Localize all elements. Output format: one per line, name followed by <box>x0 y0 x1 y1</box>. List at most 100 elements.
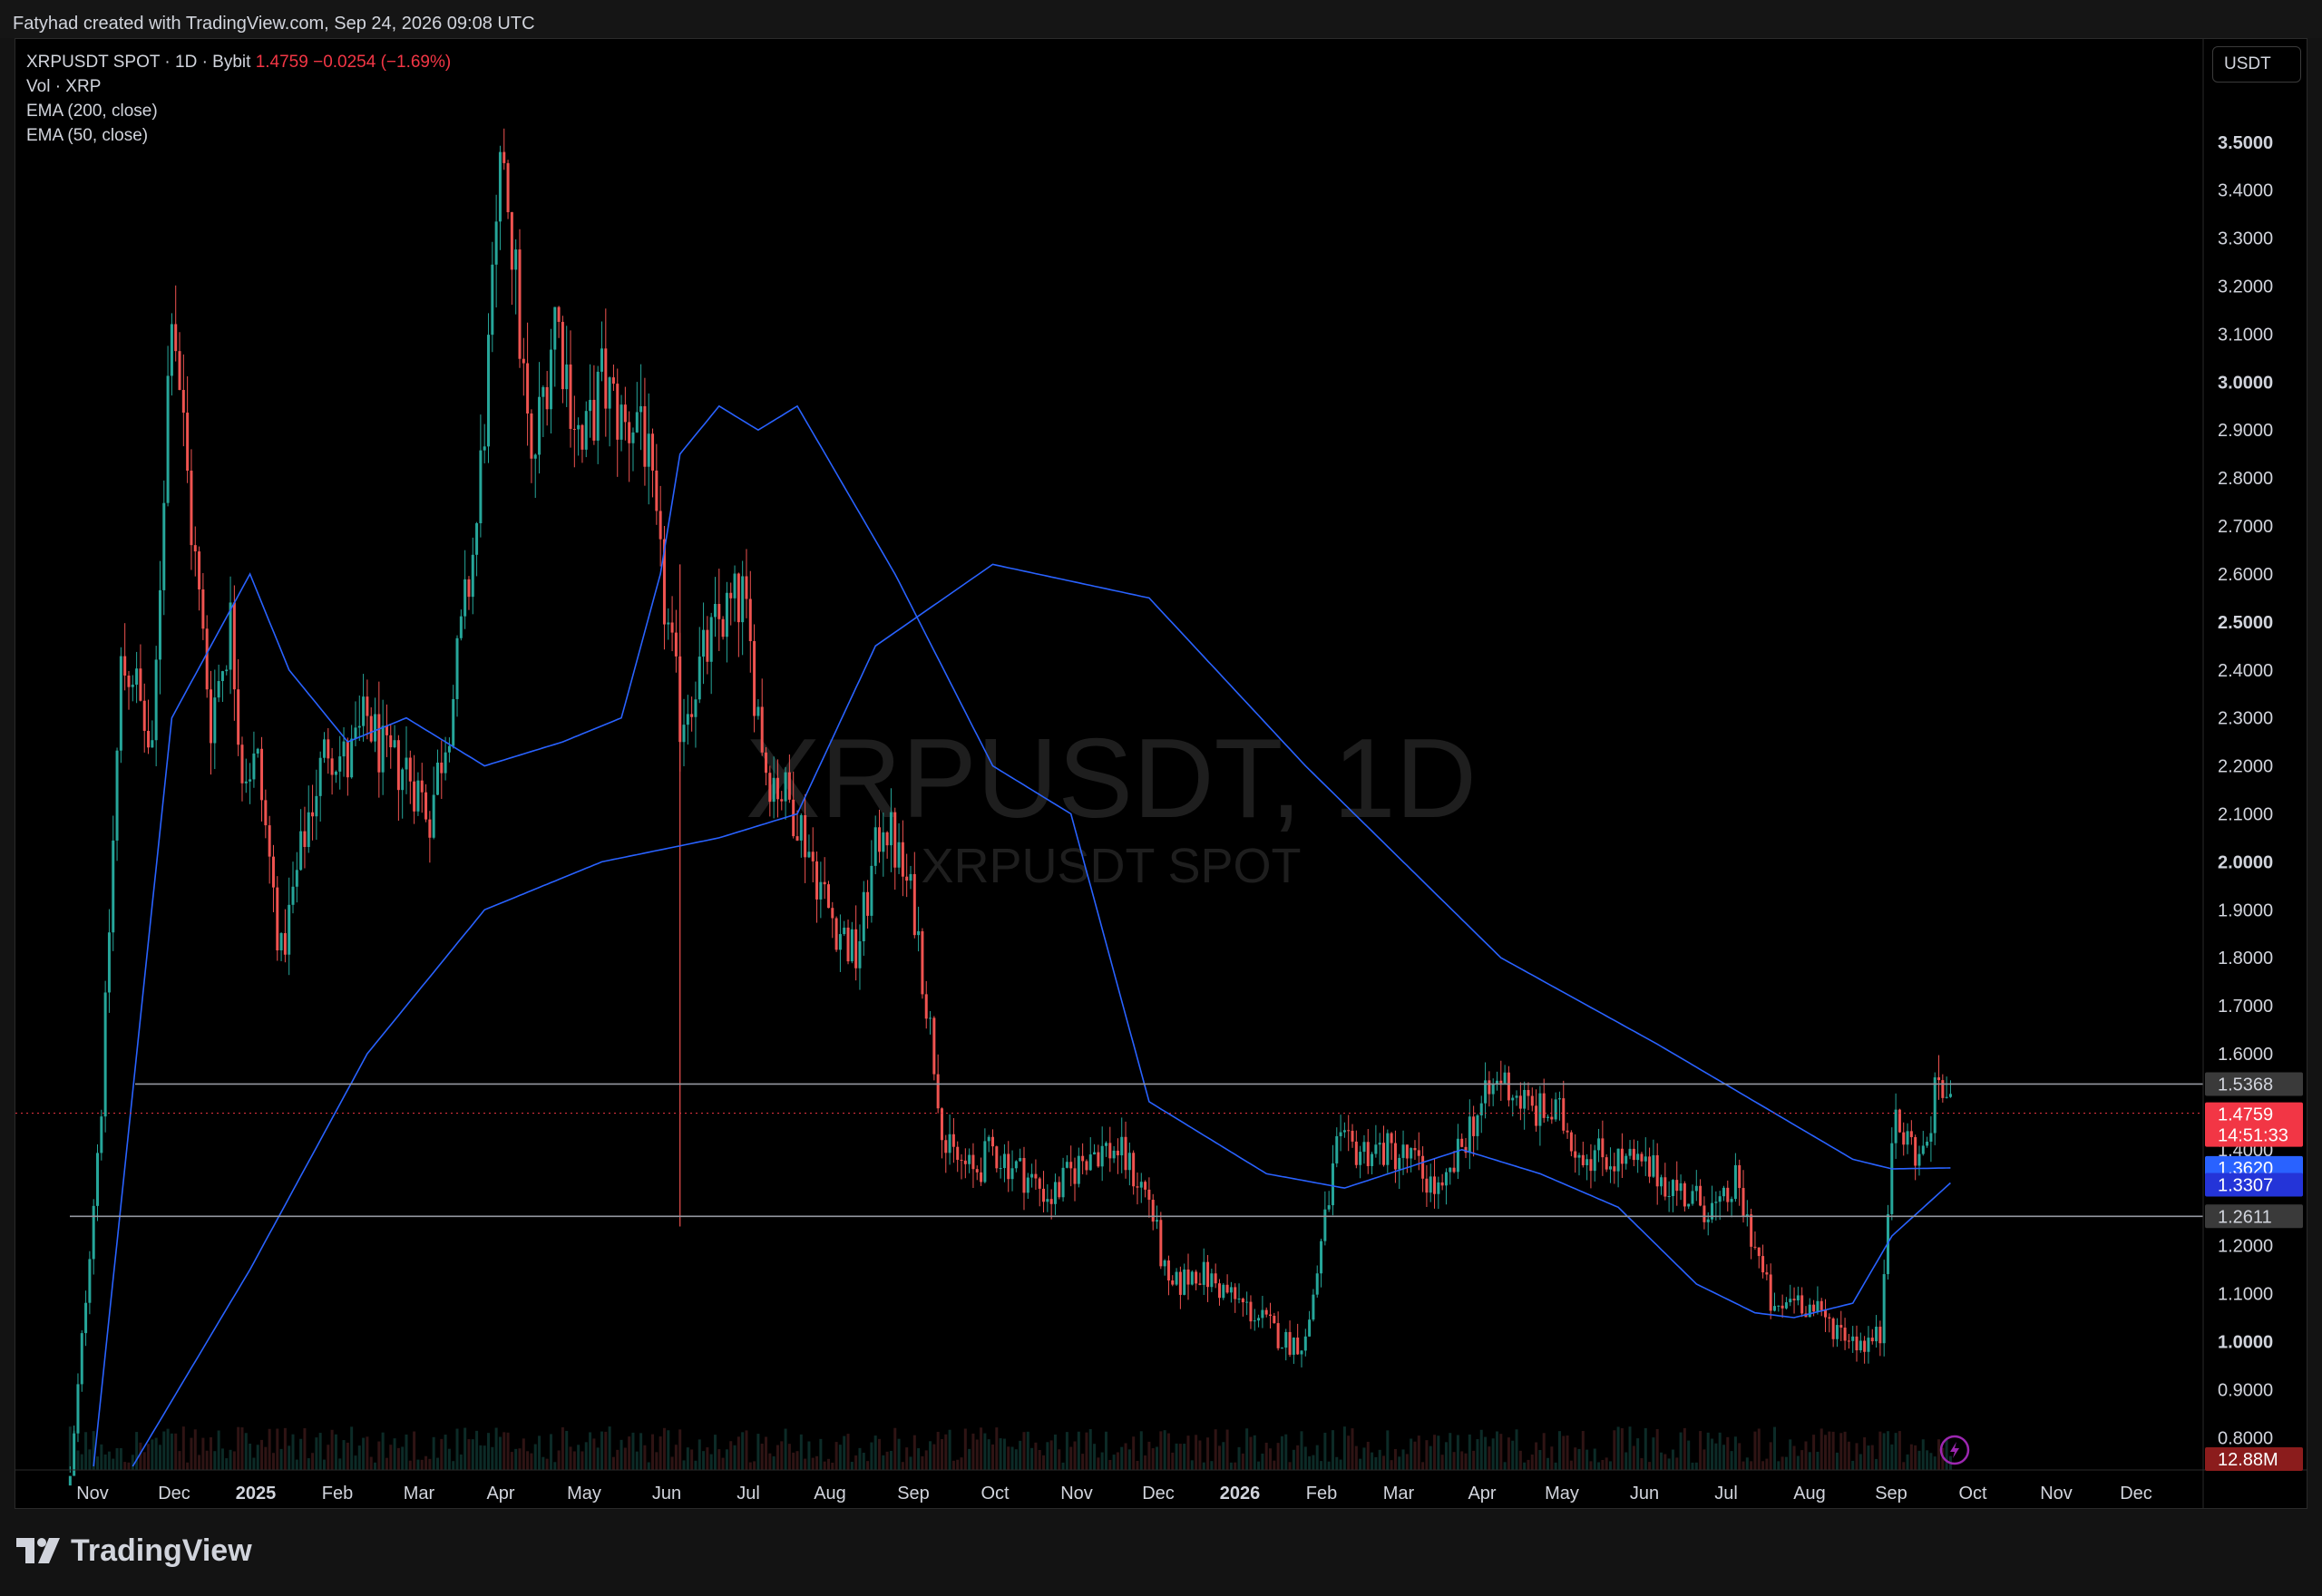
currency-button[interactable]: USDT <box>2212 46 2301 83</box>
candle-body <box>1663 1177 1667 1197</box>
volume-bar <box>834 1442 838 1470</box>
candle-body <box>905 876 909 881</box>
candle-body <box>1605 1157 1608 1170</box>
candle-body <box>1863 1340 1867 1352</box>
volume-bar <box>1781 1456 1784 1470</box>
volume-bar <box>1546 1457 1550 1470</box>
replay-icon[interactable] <box>1939 1435 1970 1465</box>
volume-bar <box>639 1433 643 1470</box>
candle-body <box>193 545 197 552</box>
legend-last-price: 1.4759 <box>255 53 308 72</box>
candle-body <box>620 404 623 440</box>
candle-body <box>151 740 154 748</box>
volume-bar <box>1225 1429 1229 1470</box>
candle-body <box>217 681 220 698</box>
candle-body <box>444 752 447 774</box>
candle-body <box>1225 1284 1229 1293</box>
candle-body <box>1026 1177 1029 1193</box>
volume-bar <box>1882 1433 1886 1470</box>
candle-body <box>1730 1199 1733 1202</box>
volume-bar <box>100 1444 103 1470</box>
legend-symbol-row[interactable]: XRPUSDT SPOT · 1D · Bybit 1.4759 −0.0254… <box>26 50 451 74</box>
volume-bars <box>68 1426 1952 1470</box>
candle-body <box>76 1384 80 1434</box>
candle-body <box>291 886 295 905</box>
volume-bar <box>1303 1446 1307 1470</box>
candle-body <box>1624 1155 1628 1164</box>
legend-ema200[interactable]: EMA (200, close) <box>26 99 451 123</box>
volume-bar <box>1206 1437 1210 1470</box>
candle-body <box>1828 1317 1831 1319</box>
candle-body <box>1195 1271 1198 1284</box>
volume-bar <box>1679 1432 1683 1470</box>
legend-ema50[interactable]: EMA (50, close) <box>26 123 451 148</box>
volume-bar <box>643 1445 647 1470</box>
candle-body <box>1694 1185 1698 1192</box>
volume-bar <box>1026 1431 1029 1470</box>
volume-bar <box>1722 1445 1725 1470</box>
volume-bar <box>991 1444 994 1470</box>
legend-volume[interactable]: Vol · XRP <box>26 74 451 99</box>
candle-body <box>741 576 745 623</box>
candle-body <box>1393 1143 1397 1170</box>
volume-bar <box>854 1455 858 1470</box>
candle-body <box>1530 1095 1534 1106</box>
volume-bar <box>1816 1451 1820 1470</box>
volume-bar <box>589 1432 592 1470</box>
candle-body <box>1917 1153 1921 1166</box>
candle-body <box>706 629 709 662</box>
volume-bar <box>1163 1430 1166 1470</box>
volume-bar <box>1127 1449 1131 1470</box>
volume-bar <box>107 1451 111 1470</box>
candle-body <box>279 933 283 951</box>
horizontal-levels[interactable] <box>70 1083 2203 1218</box>
candle-body <box>1636 1153 1640 1161</box>
volume-bar <box>494 1427 498 1470</box>
candle-body <box>467 579 471 598</box>
time-axis-tick: Dec <box>1142 1484 1175 1504</box>
candle-body <box>991 1136 994 1147</box>
candle-body <box>1300 1350 1303 1355</box>
volume-bar <box>1730 1451 1733 1470</box>
candle-body <box>1058 1182 1061 1198</box>
candle-body <box>1577 1154 1581 1158</box>
time-axis-tick: 2025 <box>236 1484 277 1504</box>
volume-bar <box>1694 1462 1698 1470</box>
candle-body <box>1777 1305 1781 1307</box>
candle-body <box>921 930 924 995</box>
candle-body <box>1444 1172 1448 1186</box>
volume-bar <box>452 1461 455 1470</box>
volume-bar <box>733 1445 737 1470</box>
price-chart[interactable]: XRPUSDT, 1D XRPUSDT SPOT 3.5000 3.4000 3.3… <box>15 39 2307 1508</box>
candle-body <box>1851 1336 1855 1341</box>
volume-bar <box>1894 1433 1898 1470</box>
candle-body <box>1616 1148 1620 1172</box>
volume-bar <box>940 1438 943 1470</box>
volume-bar <box>1171 1452 1175 1470</box>
volume-bar <box>1296 1445 1300 1470</box>
volume-bar <box>1166 1433 1170 1470</box>
volume-bar <box>237 1426 240 1470</box>
volume-bar <box>232 1451 236 1470</box>
volume-bar <box>1124 1443 1127 1470</box>
volume-bar <box>1132 1436 1136 1470</box>
volume-bar <box>381 1432 385 1470</box>
chart-container[interactable]: XRPUSDT, 1D XRPUSDT SPOT 3.5000 3.4000 3.3… <box>15 38 2307 1509</box>
candle-body <box>1120 1136 1124 1156</box>
volume-bar <box>475 1430 479 1470</box>
volume-bar <box>393 1438 396 1470</box>
volume-bar <box>276 1428 279 1470</box>
price-axis-tick: 0.8000 <box>2218 1428 2273 1448</box>
volume-bar <box>885 1451 889 1470</box>
volume-bar <box>1835 1452 1839 1470</box>
volume-bar <box>1120 1446 1124 1470</box>
tradingview-logo[interactable]: TradingView <box>16 1531 252 1571</box>
candle-body <box>1127 1153 1131 1171</box>
volume-bar <box>1034 1442 1038 1470</box>
volume-bar <box>318 1433 322 1470</box>
candle-body <box>1835 1325 1839 1339</box>
price-axis-tick: 1.6000 <box>2218 1045 2273 1065</box>
volume-bar <box>1097 1457 1100 1470</box>
candle-body <box>1347 1130 1351 1132</box>
volume-bar <box>905 1447 909 1470</box>
